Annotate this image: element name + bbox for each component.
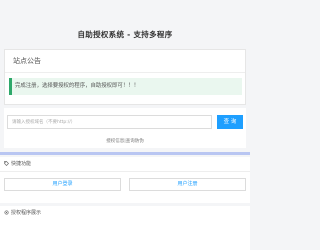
notice-card: 站点公告 完成注册，选择要授权的程序，自助授权即可！！！ bbox=[4, 49, 246, 105]
gear-icon bbox=[4, 206, 11, 220]
showcase-header: 授权程序展示 bbox=[0, 206, 250, 220]
quick-functions-header: 快捷功能 bbox=[0, 157, 250, 172]
query-card: 查 询 授权信息|查询防伪 bbox=[4, 108, 246, 148]
tag-icon bbox=[4, 157, 11, 171]
notice-message: 完成注册，选择要授权的程序，自助授权即可！！！ bbox=[9, 78, 242, 95]
quick-functions-title: 快捷功能 bbox=[11, 161, 32, 167]
showcase-card: 授权程序展示 bbox=[0, 206, 250, 250]
auth-info-query-link[interactable]: 授权信息|查询防伪 bbox=[4, 138, 246, 144]
domain-input[interactable] bbox=[7, 115, 212, 129]
user-login-button[interactable]: 用户登录 bbox=[4, 178, 121, 191]
notice-title: 站点公告 bbox=[5, 50, 245, 73]
showcase-title: 授权程序展示 bbox=[11, 210, 42, 216]
page: 自助授权系统 - 支持多程序 站点公告 完成注册，选择要授权的程序，自助授权即可… bbox=[0, 0, 250, 250]
site-title: 自助授权系统 - 支持多程序 bbox=[77, 30, 173, 39]
query-button[interactable]: 查 询 bbox=[217, 115, 243, 129]
section-divider bbox=[0, 152, 250, 155]
quick-functions-card: 快捷功能 用户登录 用户注册 bbox=[0, 157, 250, 203]
user-register-button[interactable]: 用户注册 bbox=[129, 178, 246, 191]
